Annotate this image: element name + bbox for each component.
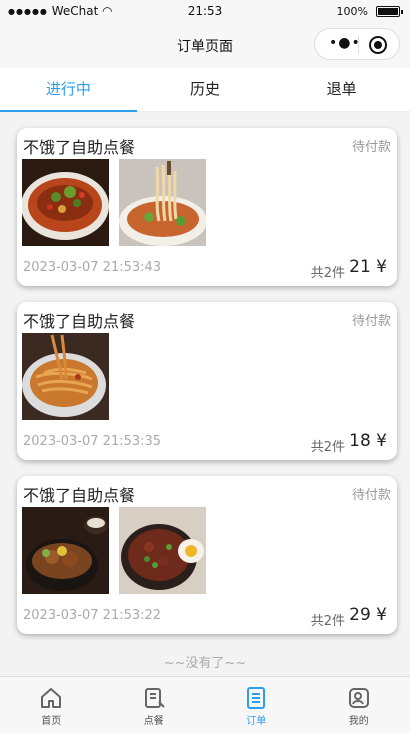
bottom-tabbar: 首页 点餐 订单 我的 (0, 676, 410, 733)
item-count: 共2件 (311, 262, 345, 281)
order-card[interactable]: 不饿了自助点餐 待付款 (17, 128, 397, 286)
tabbar-item-home[interactable]: 首页 (0, 677, 103, 733)
more-icon[interactable]: •●• (329, 35, 361, 51)
tab-in-progress[interactable]: 进行中 (0, 68, 137, 111)
tabbar-label: 我的 (308, 712, 410, 727)
food-image (22, 333, 109, 420)
capsule-divider (358, 36, 359, 54)
menu-icon (142, 686, 166, 710)
end-of-list: ~~没有了~~ (0, 652, 410, 671)
food-image (22, 507, 109, 594)
battery-percent: 100% (337, 5, 368, 18)
item-count: 共2件 (311, 436, 345, 455)
profile-icon (347, 686, 371, 710)
order-card[interactable]: 不饿了自助点餐 待付款 2023-03-07 21:53:35 共2件 18 ¥ (17, 302, 397, 460)
item-count: 共2件 (311, 610, 345, 629)
order-thumbnails (22, 333, 109, 420)
food-image (119, 507, 206, 594)
shop-name: 不饿了自助点餐 (23, 134, 135, 158)
battery-icon (376, 6, 400, 17)
tabbar-label: 订单 (205, 712, 308, 727)
miniprogram-capsule: •●• (314, 28, 400, 60)
navigation-bar: 订单页面 •●• (0, 24, 410, 68)
order-card[interactable]: 不饿了自助点餐 待付款 (17, 476, 397, 634)
order-tabs: 进行中 历史 退单 (0, 68, 410, 112)
order-status: 待付款 (352, 136, 391, 155)
close-miniprogram-icon[interactable] (369, 36, 387, 54)
tabbar-item-orders[interactable]: 订单 (205, 677, 308, 733)
order-status: 待付款 (352, 310, 391, 329)
food-image (22, 159, 109, 246)
order-price: 18 ¥ (349, 431, 387, 451)
order-price: 29 ¥ (349, 605, 387, 625)
order-thumbnails (22, 159, 206, 246)
order-time: 2023-03-07 21:53:35 (23, 434, 161, 449)
order-price: 21 ¥ (349, 257, 387, 277)
shop-name: 不饿了自助点餐 (23, 482, 135, 506)
order-thumbnails (22, 507, 206, 594)
order-time: 2023-03-07 21:53:22 (23, 608, 161, 623)
tab-refund[interactable]: 退单 (273, 68, 410, 111)
order-status: 待付款 (352, 484, 391, 503)
order-time: 2023-03-07 21:53:43 (23, 260, 161, 275)
order-list: 不饿了自助点餐 待付款 (17, 128, 397, 650)
shop-name: 不饿了自助点餐 (23, 308, 135, 332)
tabbar-item-profile[interactable]: 我的 (308, 677, 410, 733)
order-icon (244, 686, 268, 710)
home-icon (39, 686, 63, 710)
tabbar-item-menu[interactable]: 点餐 (103, 677, 206, 733)
food-image (119, 159, 206, 246)
tabbar-label: 首页 (0, 712, 103, 727)
tabbar-label: 点餐 (103, 712, 206, 727)
status-bar: ●●●●● WeChat ◠ 21:53 100% (0, 0, 410, 24)
tab-history[interactable]: 历史 (137, 68, 274, 111)
